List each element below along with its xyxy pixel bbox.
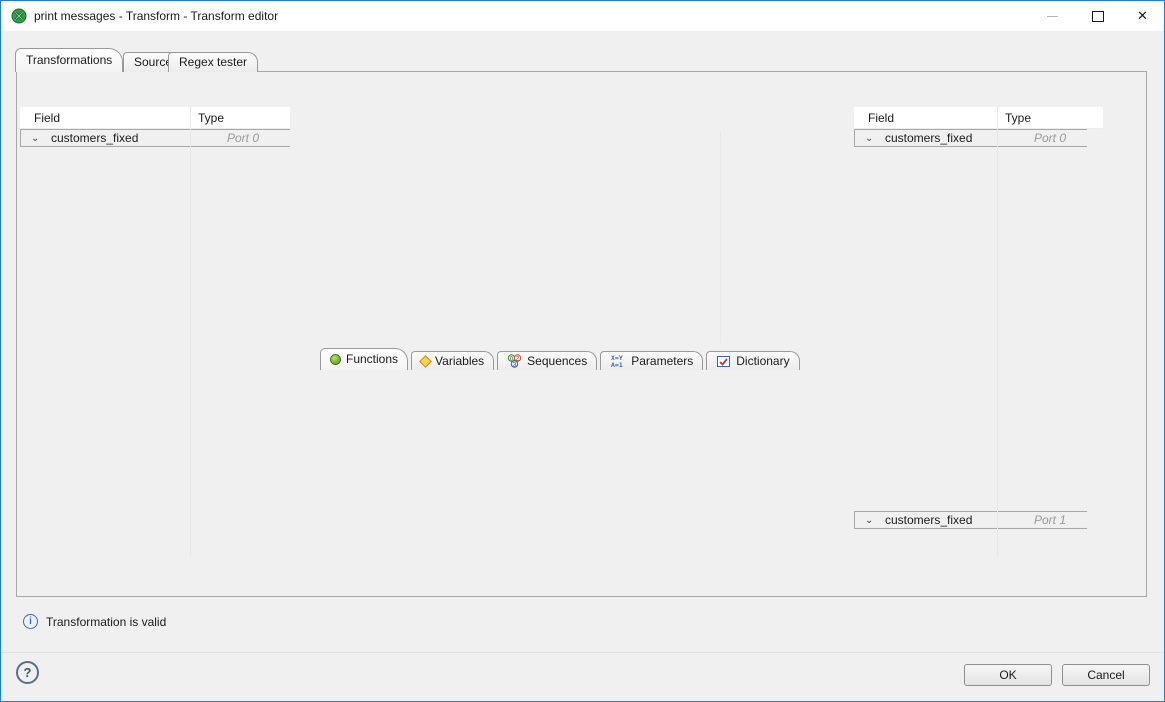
chevron-down-icon[interactable]: ⌄ (21, 133, 49, 144)
tab-regex-tester[interactable]: Regex tester (168, 52, 258, 72)
maximize-icon (1092, 11, 1104, 22)
minimize-icon (1047, 16, 1058, 17)
tab-label: Dictionary (736, 352, 789, 370)
field-row[interactable]: ⌄ customers_fixed Port 1 (854, 511, 1087, 529)
field-name: customers_fixed (883, 513, 1026, 527)
tab-label: Variables (435, 352, 484, 370)
maximize-button[interactable] (1075, 1, 1120, 31)
field-row[interactable]: ⌄ customers_fixed Port 0 (854, 129, 1087, 147)
tab-label: Sequences (527, 352, 587, 370)
ok-button[interactable]: OK (964, 664, 1052, 686)
chevron-down-icon[interactable]: ⌄ (855, 515, 883, 526)
tab-sequences[interactable]: 023 Sequences (497, 351, 597, 370)
column-field[interactable]: Field (34, 107, 60, 129)
window-title: print messages - Transform - Transform e… (34, 1, 278, 31)
dictionary-icon (716, 354, 731, 368)
table-header: Field Type (854, 107, 1103, 129)
app-icon (11, 8, 27, 24)
sequences-icon: 023 (507, 354, 522, 368)
tab-label: Parameters (631, 352, 693, 370)
info-icon: i (23, 614, 38, 629)
variables-icon (419, 355, 432, 368)
tab-parameters[interactable]: X=YA=1 Parameters (600, 351, 703, 370)
tab-label: Functions (346, 349, 398, 370)
tab-dictionary[interactable]: Dictionary (706, 351, 799, 370)
svg-text:A=1: A=1 (611, 361, 623, 368)
chevron-down-icon[interactable]: ⌄ (855, 133, 883, 144)
field-type: Port 0 (219, 131, 259, 145)
validation-status: Transformation is valid (46, 614, 166, 630)
column-field[interactable]: Field (868, 107, 894, 129)
field-name: customers_fixed (49, 131, 219, 145)
transform-editor-window: print messages - Transform - Transform e… (0, 0, 1165, 702)
field-row[interactable]: ⌄ customers_fixed Port 0 (20, 129, 290, 147)
parameters-icon: X=YA=1 (610, 354, 626, 368)
tab-transformations[interactable]: Transformations (15, 48, 123, 72)
column-type[interactable]: Type (1005, 107, 1031, 129)
titlebar[interactable]: print messages - Transform - Transform e… (1, 1, 1164, 31)
functions-icon (330, 354, 341, 365)
close-button[interactable]: ✕ (1120, 1, 1165, 31)
tab-variables[interactable]: Variables (411, 351, 494, 370)
tab-functions[interactable]: Functions (320, 348, 408, 370)
field-name: customers_fixed (883, 131, 1026, 145)
help-button[interactable]: ? (16, 661, 39, 684)
column-type[interactable]: Type (198, 107, 224, 129)
close-icon: ✕ (1137, 8, 1148, 24)
footer-divider (1, 652, 1165, 653)
cancel-button[interactable]: Cancel (1062, 664, 1150, 686)
field-type: Port 1 (1026, 513, 1066, 527)
functions-tab-bar: Functions Variables 023 Sequences X=YA=1… (320, 348, 800, 370)
minimize-button[interactable] (1030, 1, 1075, 31)
table-header: Field Type (20, 107, 290, 129)
field-type: Port 0 (1026, 131, 1066, 145)
